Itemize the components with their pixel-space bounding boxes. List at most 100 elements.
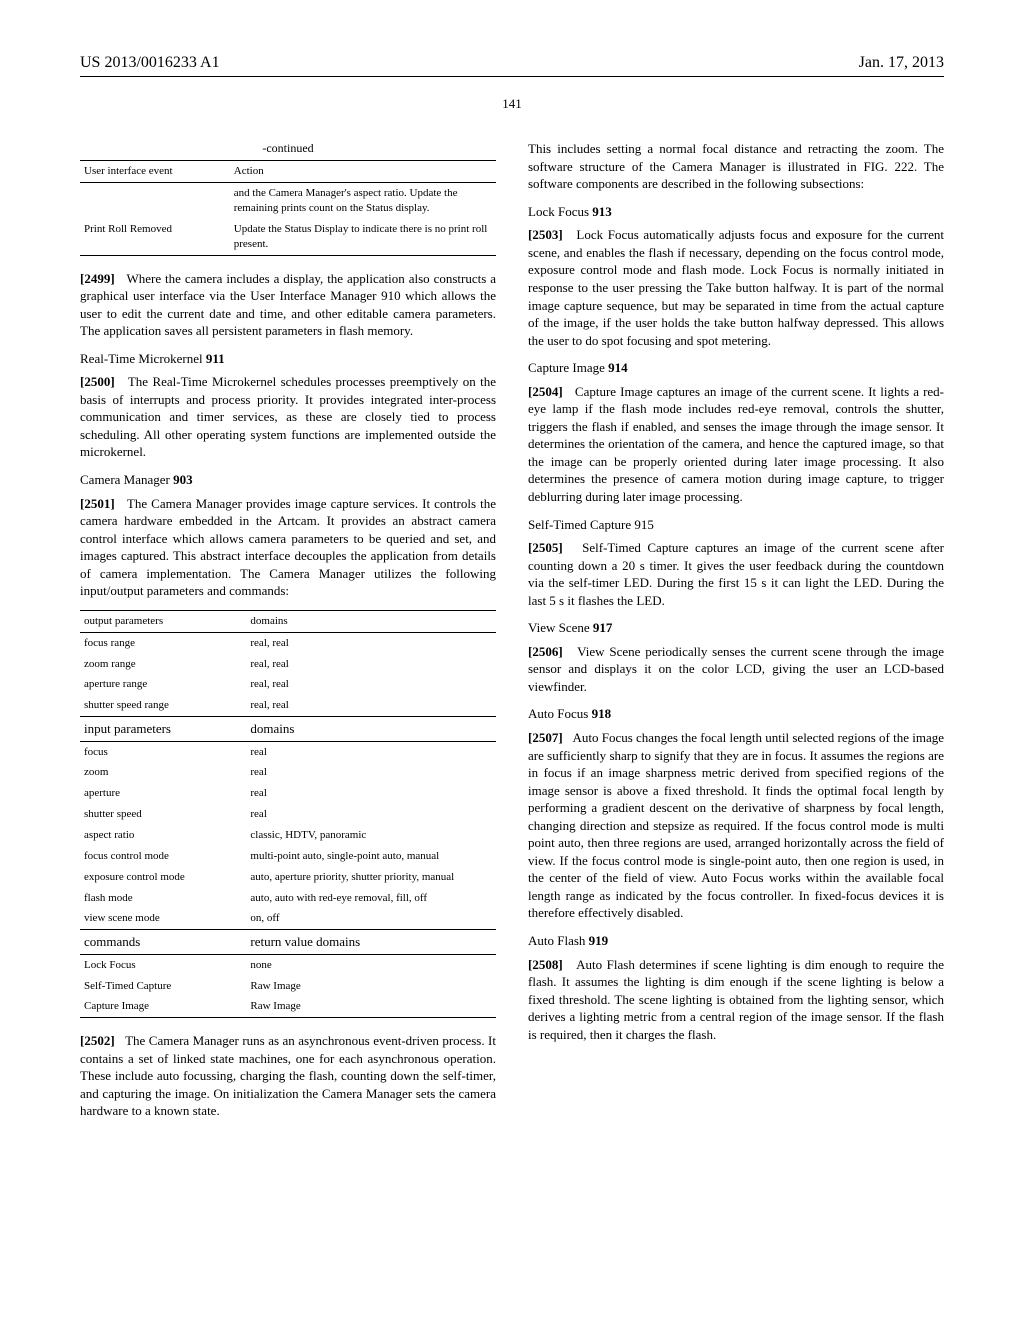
paragraph-number: [2501] [80,496,115,511]
section-self-timed-capture: Self-Timed Capture 915 [528,516,944,534]
table-cell: real, real [246,654,496,675]
paragraph-number: [2506] [528,644,563,659]
paragraph-number: [2500] [80,374,115,389]
table-cell [80,183,230,219]
header-left: US 2013/0016233 A1 [80,52,220,74]
section-title: Self-Timed Capture [528,517,631,532]
table-cell: focus range [80,632,246,653]
table-cell: Raw Image [246,996,496,1017]
table-cell: real [246,783,496,804]
table-row: exposure control modeauto, aperture prio… [80,867,496,888]
table-row: aperturereal [80,783,496,804]
paragraph-number: [2504] [528,384,563,399]
table-cell: real, real [246,674,496,695]
section-number: 914 [608,360,628,375]
table-cell: auto, aperture priority, shutter priorit… [246,867,496,888]
table-row: focus control modemulti-point auto, sing… [80,846,496,867]
table-cell: on, off [246,908,496,929]
two-column-layout: -continued User interface event Action a… [80,140,944,1130]
table-row: focus rangereal, real [80,632,496,653]
section-title: Auto Focus [528,706,588,721]
paragraph-text: Lock Focus automatically adjusts focus a… [528,227,944,347]
header-right: Jan. 17, 2013 [859,52,944,74]
section-number: 913 [592,204,612,219]
paragraph-number: [2499] [80,271,115,286]
table-cell: auto, auto with red-eye removal, fill, o… [246,888,496,909]
table-row: Capture ImageRaw Image [80,996,496,1017]
table-cell: zoom range [80,654,246,675]
section-number: 915 [634,517,654,532]
table-row: and the Camera Manager's aspect ratio. U… [80,183,496,219]
table-cell: classic, HDTV, panoramic [246,825,496,846]
section-real-time-microkernel: Real-Time Microkernel 911 [80,350,496,368]
paragraph-text: View Scene periodically senses the curre… [528,644,944,694]
left-column: -continued User interface event Action a… [80,140,496,1130]
table-row: zoom rangereal, real [80,654,496,675]
table-cell: view scene mode [80,908,246,929]
paragraph-text: Auto Flash determines if scene lighting … [528,957,944,1042]
paragraph-text: The Camera Manager runs as an asynchrono… [80,1033,496,1118]
paragraph-number: [2505] [528,540,563,555]
table-cell: zoom [80,762,246,783]
table-head-cell: User interface event [80,161,230,183]
paragraph-2501: [2501] The Camera Manager provides image… [80,495,496,600]
header-rule [80,76,944,77]
paragraph-text: Where the camera includes a display, the… [80,271,496,339]
section-title: Capture Image [528,360,605,375]
table-head-cell: output parameters [80,610,246,632]
table-cell: and the Camera Manager's aspect ratio. U… [230,183,496,219]
paragraph-number: [2503] [528,227,563,242]
table-cell: real, real [246,695,496,716]
paragraph-text: Capture Image captures an image of the c… [528,384,944,504]
section-lock-focus: Lock Focus 913 [528,203,944,221]
paragraph-2500: [2500] The Real-Time Microkernel schedul… [80,373,496,461]
table-cell: none [246,954,496,975]
table-cell: real, real [246,632,496,653]
table-cell: flash mode [80,888,246,909]
table-row: Lock Focusnone [80,954,496,975]
paragraph-2505: [2505] Self-Timed Capture captures an im… [528,539,944,609]
table-head-cell: input parameters [80,717,246,742]
table-head-cell: return value domains [246,930,496,955]
paragraph-2506: [2506] View Scene periodically senses th… [528,643,944,696]
paragraph-2504: [2504] Capture Image captures an image o… [528,383,944,506]
intro-paragraph: This includes setting a normal focal dis… [528,140,944,193]
section-view-scene: View Scene 917 [528,619,944,637]
table-cell: real [246,804,496,825]
paragraph-2503: [2503] Lock Focus automatically adjusts … [528,226,944,349]
page-number: 141 [80,95,944,113]
table-cell: real [246,762,496,783]
user-interface-event-table: User interface event Action and the Came… [80,160,496,255]
table-cell: Print Roll Removed [80,219,230,255]
table-cell: aperture range [80,674,246,695]
table-cell: Self-Timed Capture [80,976,246,997]
table-cell: shutter speed range [80,695,246,716]
paragraph-text: The Real-Time Microkernel schedules proc… [80,374,496,459]
table-row: flash modeauto, auto with red-eye remova… [80,888,496,909]
section-number: 918 [592,706,612,721]
table-cell: Update the Status Display to indicate th… [230,219,496,255]
paragraph-2508: [2508] Auto Flash determines if scene li… [528,956,944,1044]
table-cell: aspect ratio [80,825,246,846]
camera-manager-params-table: output parameters domains focus rangerea… [80,610,496,1018]
table-row: Print Roll Removed Update the Status Dis… [80,219,496,255]
table-cell: shutter speed [80,804,246,825]
page-header: US 2013/0016233 A1 Jan. 17, 2013 [80,52,944,74]
table-row: aspect ratioclassic, HDTV, panoramic [80,825,496,846]
paragraph-2499: [2499] Where the camera includes a displ… [80,270,496,340]
paragraph-2502: [2502] The Camera Manager runs as an asy… [80,1032,496,1120]
table-row: aperture rangereal, real [80,674,496,695]
table-cell: exposure control mode [80,867,246,888]
paragraph-number: [2502] [80,1033,115,1048]
table-cell: aperture [80,783,246,804]
section-title: Camera Manager [80,472,170,487]
table-cell: Capture Image [80,996,246,1017]
table-row: zoomreal [80,762,496,783]
paragraph-number: [2508] [528,957,563,972]
table-head-cell: domains [246,717,496,742]
table-row: shutter speed rangereal, real [80,695,496,716]
section-title: Lock Focus [528,204,589,219]
paragraph-text: Self-Timed Capture captures an image of … [528,540,944,608]
table-row: view scene modeon, off [80,908,496,929]
table-row: focusreal [80,741,496,762]
